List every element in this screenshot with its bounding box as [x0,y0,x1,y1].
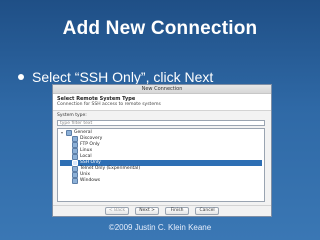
tree-item-label: Windows [80,178,101,183]
back-button[interactable]: < Back [104,207,130,215]
dialog-header-description: Connection for SSH access to remote syst… [57,102,161,107]
system-type-icon [72,178,78,184]
dialog-body: System type: type filter text ▾ General … [53,111,271,215]
dialog-footer: < Back Next > Finish Cancel [53,205,271,216]
system-type-filter-input[interactable]: type filter text [57,120,265,126]
dialog-titlebar: New Connection [53,85,271,94]
bullet-text: Select “SSH Only”, click Next [32,69,214,85]
system-type-label: System type: [57,113,87,118]
copyright-text: ©2009 Justin C. Klein Keane [108,223,212,232]
folder-icon [66,130,72,136]
expand-caret-icon[interactable]: ▾ [60,130,64,136]
finish-button[interactable]: Finish [165,207,190,215]
bullet-item: Select “SSH Only”, click Next [18,69,213,85]
dialog-window-title: New Connection [141,86,183,92]
slide-title: Add New Connection [62,18,258,39]
tree-item-windows[interactable]: Windows [60,178,262,184]
slide: Add New Connection Select “SSH Only”, cl… [0,0,320,240]
system-type-tree: ▾ General Discovery FTP Only Linux Local… [57,128,265,202]
new-connection-dialog: New Connection Select Remote System Type… [52,84,272,217]
dialog-header: Select Remote System Type Connection for… [53,94,271,111]
next-button[interactable]: Next > [135,207,160,215]
cancel-button[interactable]: Cancel [195,207,220,215]
bullet-dot-icon [18,74,24,80]
